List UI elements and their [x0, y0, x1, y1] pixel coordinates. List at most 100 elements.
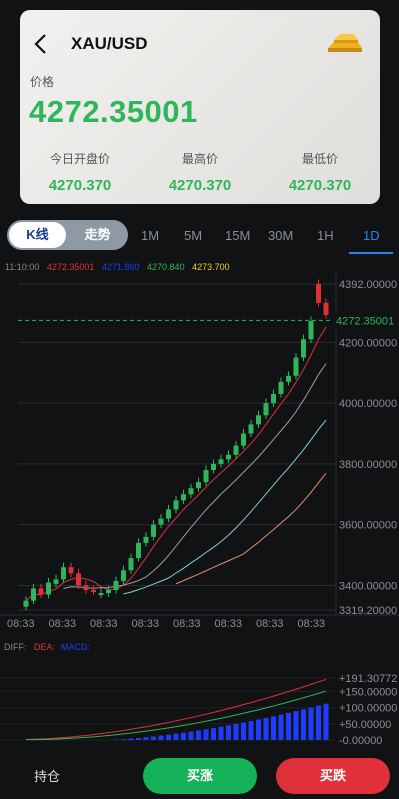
- buy-up-button[interactable]: 买涨: [143, 758, 257, 794]
- candle-body: [68, 567, 74, 574]
- candle-body: [218, 459, 224, 464]
- y-tick-label: 4200.00000: [339, 337, 397, 349]
- candle-body: [256, 415, 261, 425]
- y-tick-label: 4000.00000: [339, 398, 397, 410]
- macd-histogram-bar: [226, 725, 231, 740]
- candle-body: [23, 600, 29, 607]
- macd-y-tick-label: +191.30772: [339, 673, 397, 685]
- macd-legend-label: MACD:: [61, 642, 90, 652]
- candle-body: [38, 588, 44, 595]
- timeframe-1m[interactable]: 1M: [141, 228, 159, 243]
- macd-y-tick-label: +150.00000: [339, 686, 397, 698]
- x-tick-label: 08:33: [173, 618, 201, 630]
- timeframe-1h[interactable]: 1H: [317, 228, 334, 243]
- candle-body: [151, 524, 156, 537]
- tab-kline[interactable]: K线: [9, 222, 66, 248]
- candle-body: [316, 284, 321, 303]
- chart-tabs: K线 走势 1M 5M 15M 30M 1H 1D: [0, 218, 399, 254]
- x-tick-label: 08:33: [132, 618, 160, 630]
- macd-histogram-bar: [263, 717, 269, 740]
- y-tick-label: 4392.00000: [339, 279, 397, 291]
- back-arrow-icon[interactable]: [32, 32, 50, 56]
- x-tick-label: 08:33: [215, 618, 243, 630]
- candle-body: [203, 469, 209, 483]
- candle-body: [98, 593, 104, 596]
- candle-body: [301, 339, 306, 358]
- candle-body: [248, 424, 254, 434]
- macd-histogram-bar: [121, 739, 126, 740]
- candlestick-chart[interactable]: 4392.00000 4200.00000 4000.00000 3800.00000…: [0, 270, 399, 750]
- y-tick-label: 3800.00000: [339, 459, 397, 471]
- stat-open-value: 4270.370: [48, 177, 112, 194]
- candle-body: [241, 433, 246, 446]
- macd-histogram-bar: [188, 731, 194, 740]
- x-tick-label: 08:33: [256, 618, 284, 630]
- macd-histogram-bar: [218, 726, 224, 740]
- positions-link[interactable]: 持仓: [34, 766, 60, 785]
- candle-body: [83, 585, 89, 591]
- candle-body: [181, 494, 186, 501]
- macd-histogram-bar: [166, 734, 171, 740]
- candle-body: [196, 482, 201, 489]
- timeframe-1d[interactable]: 1D: [363, 228, 380, 243]
- timeframe-30m[interactable]: 30M: [268, 228, 293, 243]
- candle-body: [31, 588, 36, 601]
- candle-body: [46, 582, 51, 595]
- macd-histogram-bar: [233, 723, 239, 740]
- candle-body: [278, 381, 284, 395]
- stat-high-value: 4270.370: [168, 177, 232, 194]
- candle-body: [143, 536, 149, 543]
- candle-body: [166, 509, 171, 519]
- macd-histogram-bar: [301, 709, 306, 740]
- macd-histogram-bar: [143, 737, 149, 740]
- candle-body: [293, 357, 299, 376]
- candle-body: [323, 302, 329, 315]
- macd-histogram-bar: [248, 721, 254, 740]
- macd-histogram-bar: [278, 714, 284, 740]
- macd-legend-label: DIFF:: [4, 642, 27, 652]
- candle-body: [113, 580, 119, 591]
- macd-histogram-bar: [323, 703, 329, 740]
- macd-histogram-bar: [173, 733, 179, 740]
- candle-body: [91, 590, 96, 593]
- timeframe-5m[interactable]: 5M: [184, 228, 202, 243]
- candle-body: [286, 375, 291, 382]
- candle-body: [136, 542, 141, 559]
- stat-high: 最高价 4270.370: [140, 150, 260, 194]
- macd-histogram-bar: [286, 712, 291, 740]
- candle-body: [271, 394, 276, 404]
- y-tick-label: 3600.00000: [339, 520, 397, 532]
- candle-body: [61, 567, 66, 580]
- tab-trend[interactable]: 走势: [69, 222, 126, 248]
- macd-histogram-bar: [293, 711, 299, 740]
- candle-body: [106, 590, 111, 594]
- x-tick-label: 08:33: [49, 618, 77, 630]
- buy-down-button[interactable]: 买跌: [276, 758, 390, 794]
- macd-histogram-bar: [316, 705, 321, 740]
- chart-mode-toggle: K线 走势: [7, 220, 128, 250]
- current-price: 4272.35001: [29, 94, 198, 129]
- macd-y-tick-label: +50.00000: [339, 719, 391, 731]
- candle-body: [226, 454, 231, 460]
- macd-histogram-bar: [271, 716, 276, 740]
- y-tick-label: 3400.00000: [339, 580, 397, 592]
- candle-body: [173, 500, 179, 510]
- stat-high-label: 最高价: [181, 152, 218, 166]
- stat-open-label: 今日开盘价: [49, 152, 110, 166]
- macd-legend-label: DEA:: [34, 642, 55, 652]
- stat-low-label: 最低价: [301, 152, 338, 166]
- macd-histogram-bar: [308, 707, 314, 740]
- macd-histogram-bar: [241, 722, 246, 740]
- timeframe-15m[interactable]: 15M: [225, 228, 250, 243]
- candle-body: [76, 573, 81, 586]
- quote-card: XAU/USD 价格 4272.35001 今日开盘价 4270.370 最高价…: [20, 10, 380, 204]
- macd-histogram-bar: [196, 730, 201, 740]
- macd-histogram-bar: [203, 729, 209, 740]
- macd-y-tick-label: -0.00000: [339, 735, 382, 747]
- x-tick-label: 08:33: [90, 618, 118, 630]
- candle-body: [233, 445, 239, 455]
- y-tick-label: 3319.20000: [339, 605, 397, 617]
- macd-histogram-bar: [158, 735, 164, 740]
- macd-histogram-bar: [211, 728, 216, 740]
- candle-body: [263, 403, 269, 416]
